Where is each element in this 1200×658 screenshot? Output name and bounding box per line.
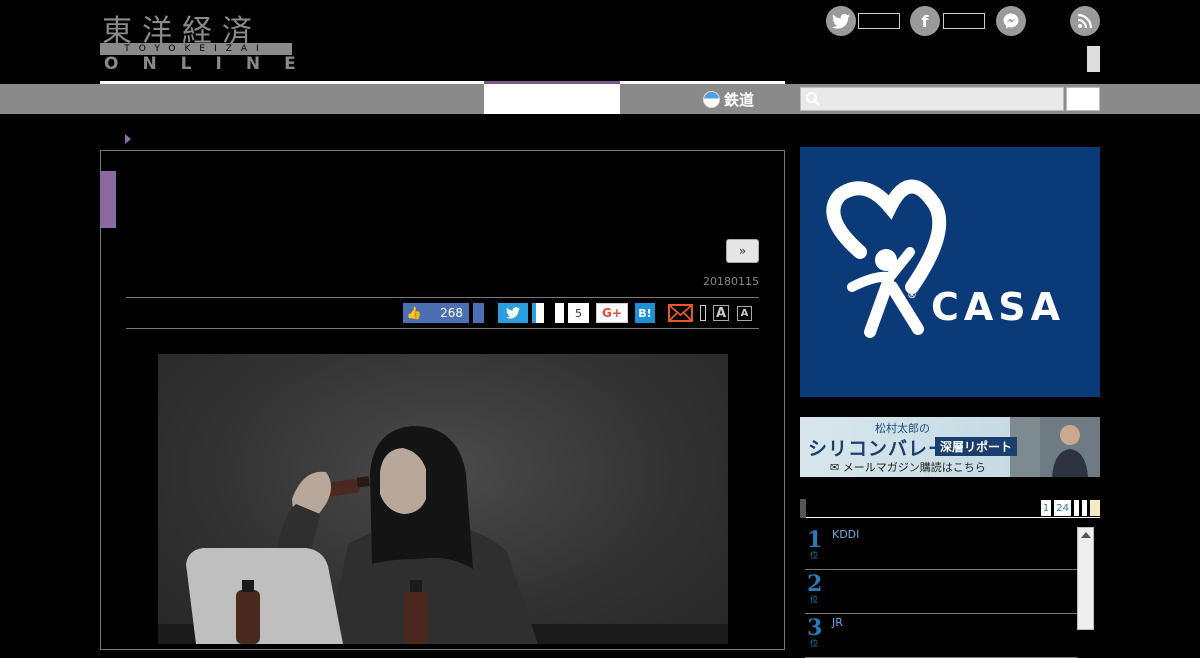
facebook-like-count[interactable]: [943, 13, 985, 29]
series-more-button[interactable]: »: [726, 239, 759, 263]
envelope-icon: ✉: [830, 461, 840, 474]
google-plus-button[interactable]: G+: [596, 303, 628, 323]
casa-logo-icon: [826, 179, 947, 338]
ranking-page-24[interactable]: 24: [1054, 500, 1071, 516]
rank-number: 3: [807, 615, 823, 641]
messenger-icon[interactable]: [996, 6, 1026, 36]
facebook-like-count: 268: [440, 306, 463, 320]
rank-number: 2: [807, 571, 823, 597]
silicon-valley-report-banner[interactable]: 松村太郎の シリコンバレー 深層リポート ✉ メールマガジン購読はこちら: [800, 417, 1100, 477]
ranking-page-blank[interactable]: [1090, 500, 1100, 516]
share-divider-bottom: [126, 328, 759, 329]
sv-subtitle: 深層リポート: [935, 437, 1018, 456]
rank-title: JR: [832, 616, 843, 629]
rank-suffix: 位: [810, 639, 818, 648]
mail-icon[interactable]: [668, 304, 693, 322]
facebook-like-button[interactable]: 👍 268: [403, 303, 469, 323]
share-divider-top: [126, 297, 759, 298]
tweet-count: [532, 303, 544, 323]
twitter-icon: [506, 307, 520, 319]
print-button[interactable]: [700, 305, 706, 321]
breadcrumb-arrow-icon: [125, 134, 131, 144]
ranking-pagination: 1 24: [1040, 500, 1100, 516]
tweet-button[interactable]: [498, 303, 528, 323]
author-photo: [1040, 417, 1100, 477]
sv-mail-link: ✉ メールマガジン購読はこちら: [830, 459, 986, 475]
article-photo: [158, 354, 728, 644]
font-size-small-button[interactable]: A: [737, 306, 752, 321]
share-count: 5: [568, 303, 589, 323]
site-logo[interactable]: 東洋経済 TOYOKEIZAI ONLINE: [100, 6, 296, 74]
ranking-item[interactable]: 3 位 JR: [805, 614, 1077, 658]
ranking-page-blank[interactable]: [1074, 500, 1079, 516]
train-icon: [703, 90, 720, 108]
ranking-page-blank[interactable]: [1082, 500, 1087, 516]
nav-tab-railway-label: 鉄道: [724, 90, 755, 109]
facebook-share-button[interactable]: [473, 303, 484, 323]
ranking-item[interactable]: 2 位: [805, 570, 1077, 614]
header-menu-button[interactable]: [1087, 46, 1100, 72]
search-icon: [806, 92, 820, 106]
thumbs-up-icon: 👍: [406, 306, 422, 320]
search-input[interactable]: [800, 87, 1064, 111]
rank-title: KDDI: [832, 528, 860, 541]
twitter-icon[interactable]: [826, 6, 856, 36]
sv-mail-text: メールマガジン購読はこちら: [842, 461, 986, 474]
scroll-up-icon[interactable]: [1080, 532, 1091, 538]
rank-suffix: 位: [810, 551, 818, 560]
logo-online: ONLINE: [104, 54, 320, 74]
category-tag: [100, 171, 116, 228]
sv-title: シリコンバレー: [808, 438, 949, 460]
ranking-header: 1 24: [800, 499, 1100, 518]
rank-suffix: 位: [810, 595, 818, 604]
ranking-scrollbar[interactable]: [1077, 527, 1094, 630]
share-count-box: 5: [555, 303, 589, 323]
hatena-bookmark-button[interactable]: B!: [635, 303, 655, 323]
rank-number: 1: [807, 527, 823, 553]
nav-tab-active[interactable]: [484, 81, 620, 114]
rss-icon[interactable]: [1070, 6, 1100, 36]
casa-ad-banner[interactable]: ® CASA: [800, 147, 1100, 397]
article-date: 20180115: [703, 275, 759, 288]
font-size-large-button[interactable]: A: [713, 305, 729, 321]
nav-tab-railway[interactable]: 鉄道: [703, 84, 754, 114]
ranking-list: 1 位 KDDI 2 位 3 位 JR: [805, 526, 1095, 658]
casa-registered-mark: ®: [907, 290, 917, 301]
facebook-icon[interactable]: f: [910, 6, 940, 36]
search-button[interactable]: [1066, 87, 1100, 111]
casa-brand-text: CASA: [931, 285, 1066, 329]
ranking-item[interactable]: 1 位 KDDI: [805, 526, 1077, 570]
twitter-follow-count[interactable]: [858, 13, 900, 29]
ranking-page-1[interactable]: 1: [1040, 500, 1052, 516]
